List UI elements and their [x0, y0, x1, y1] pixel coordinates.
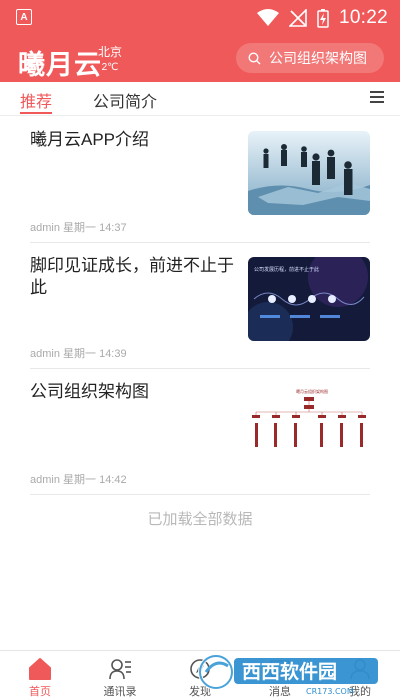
article-thumbnail: [248, 131, 370, 215]
thumbnail-caption: 曦月云组织架构图: [296, 388, 328, 394]
watermark-brand: 西西软件园: [242, 660, 337, 683]
tab-recommended[interactable]: 推荐: [20, 88, 52, 112]
article-item[interactable]: 脚印见证成长，前进不止于此 admin 星期一 14:39 公司发展历程，前进不…: [30, 243, 370, 369]
contacts-icon: [109, 659, 131, 680]
article-meta: admin 星期一 14:39: [30, 348, 127, 360]
article-thumbnail: 公司发展历程，前进不止于此: [248, 257, 370, 341]
nav-home[interactable]: 首页: [10, 653, 70, 699]
thumbnail-caption: 公司发展历程，前进不止于此: [254, 266, 319, 273]
search-input[interactable]: 公司组织架构图: [236, 43, 384, 73]
menu-icon[interactable]: [370, 91, 384, 105]
nav-home-label: 首页: [29, 686, 51, 698]
search-placeholder: 公司组织架构图: [269, 50, 367, 66]
weather-city: 北京: [97, 45, 122, 59]
active-tab-indicator: [20, 112, 52, 114]
search-icon: [248, 51, 261, 64]
article-meta: admin 星期一 14:42: [30, 474, 127, 486]
nav-contacts-label: 通讯录: [103, 686, 137, 698]
load-all-status: 已加载全部数据: [147, 511, 253, 528]
weather-widget[interactable]: 北京 2℃: [97, 43, 123, 73]
home-icon: [29, 658, 51, 680]
watermark-domain: CR173.COM: [306, 687, 354, 696]
weather-temperature: 2℃: [101, 62, 119, 73]
article-item[interactable]: 公司组织架构图 admin 星期一 14:42 曦月云组织架构图: [30, 369, 370, 495]
app-notification-icon: A: [16, 9, 32, 25]
app-logo: 曦月云: [18, 50, 102, 81]
article-thumbnail: 曦月云组织架构图: [248, 383, 370, 467]
article-title: 曦月云APP介绍: [30, 130, 150, 149]
category-tabs: 推荐 公司简介: [0, 82, 400, 116]
battery-charging-icon: [317, 9, 329, 28]
site-watermark: 西西软件园 CR173.COM: [198, 654, 378, 696]
article-title: 公司组织架构图: [30, 382, 149, 401]
tab-company-intro[interactable]: 公司简介: [93, 88, 157, 112]
no-signal-icon: [288, 9, 307, 27]
nav-contacts[interactable]: 通讯录: [90, 653, 150, 699]
app-header: 曦月云 北京 2℃ 公司组织架构图: [0, 36, 400, 82]
status-bar: A 10:22: [0, 0, 400, 36]
status-icons: 10:22: [256, 6, 388, 30]
article-title: 脚印见证成长，前进不止于此: [30, 256, 234, 297]
article-meta: admin 星期一 14:37: [30, 222, 127, 234]
clock: 10:22: [338, 7, 388, 28]
article-item[interactable]: 曦月云APP介绍 admin 星期一 14:37: [30, 117, 370, 243]
wifi-icon: [256, 9, 279, 26]
